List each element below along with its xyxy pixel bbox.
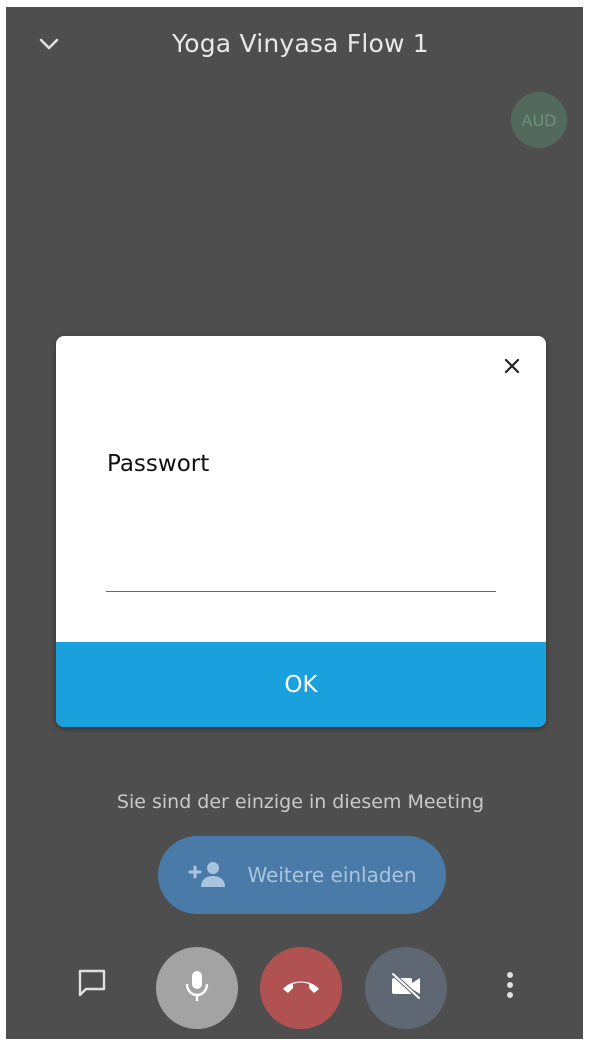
only-participant-message: Sie sind der einzige in diesem Meeting <box>116 791 485 813</box>
invite-label: Weitere einladen <box>247 863 417 887</box>
invite-more-button[interactable]: Weitere einladen <box>158 836 446 914</box>
chat-button[interactable] <box>74 967 110 1003</box>
ok-button[interactable]: OK <box>56 642 546 727</box>
close-icon[interactable] <box>500 354 524 378</box>
password-dialog: Passwort OK <box>56 336 546 727</box>
avatar[interactable]: AUD <box>511 92 567 148</box>
video-toggle-button[interactable] <box>365 947 447 1029</box>
hangup-icon <box>281 976 321 1000</box>
meeting-screen: Yoga Vinyasa Flow 1 AUD Passwort OK Sie … <box>6 7 583 1039</box>
more-options-button[interactable] <box>498 967 522 1007</box>
add-person-icon <box>187 860 227 891</box>
password-field[interactable] <box>106 551 496 592</box>
video-off-icon <box>389 972 423 1004</box>
microphone-button[interactable] <box>156 947 238 1029</box>
hangup-button[interactable] <box>260 947 342 1029</box>
microphone-icon <box>184 969 210 1007</box>
more-vertical-icon <box>506 970 514 1004</box>
meeting-title: Yoga Vinyasa Flow 1 <box>172 29 429 58</box>
password-label: Passwort <box>107 451 210 477</box>
chat-icon <box>77 968 107 1002</box>
